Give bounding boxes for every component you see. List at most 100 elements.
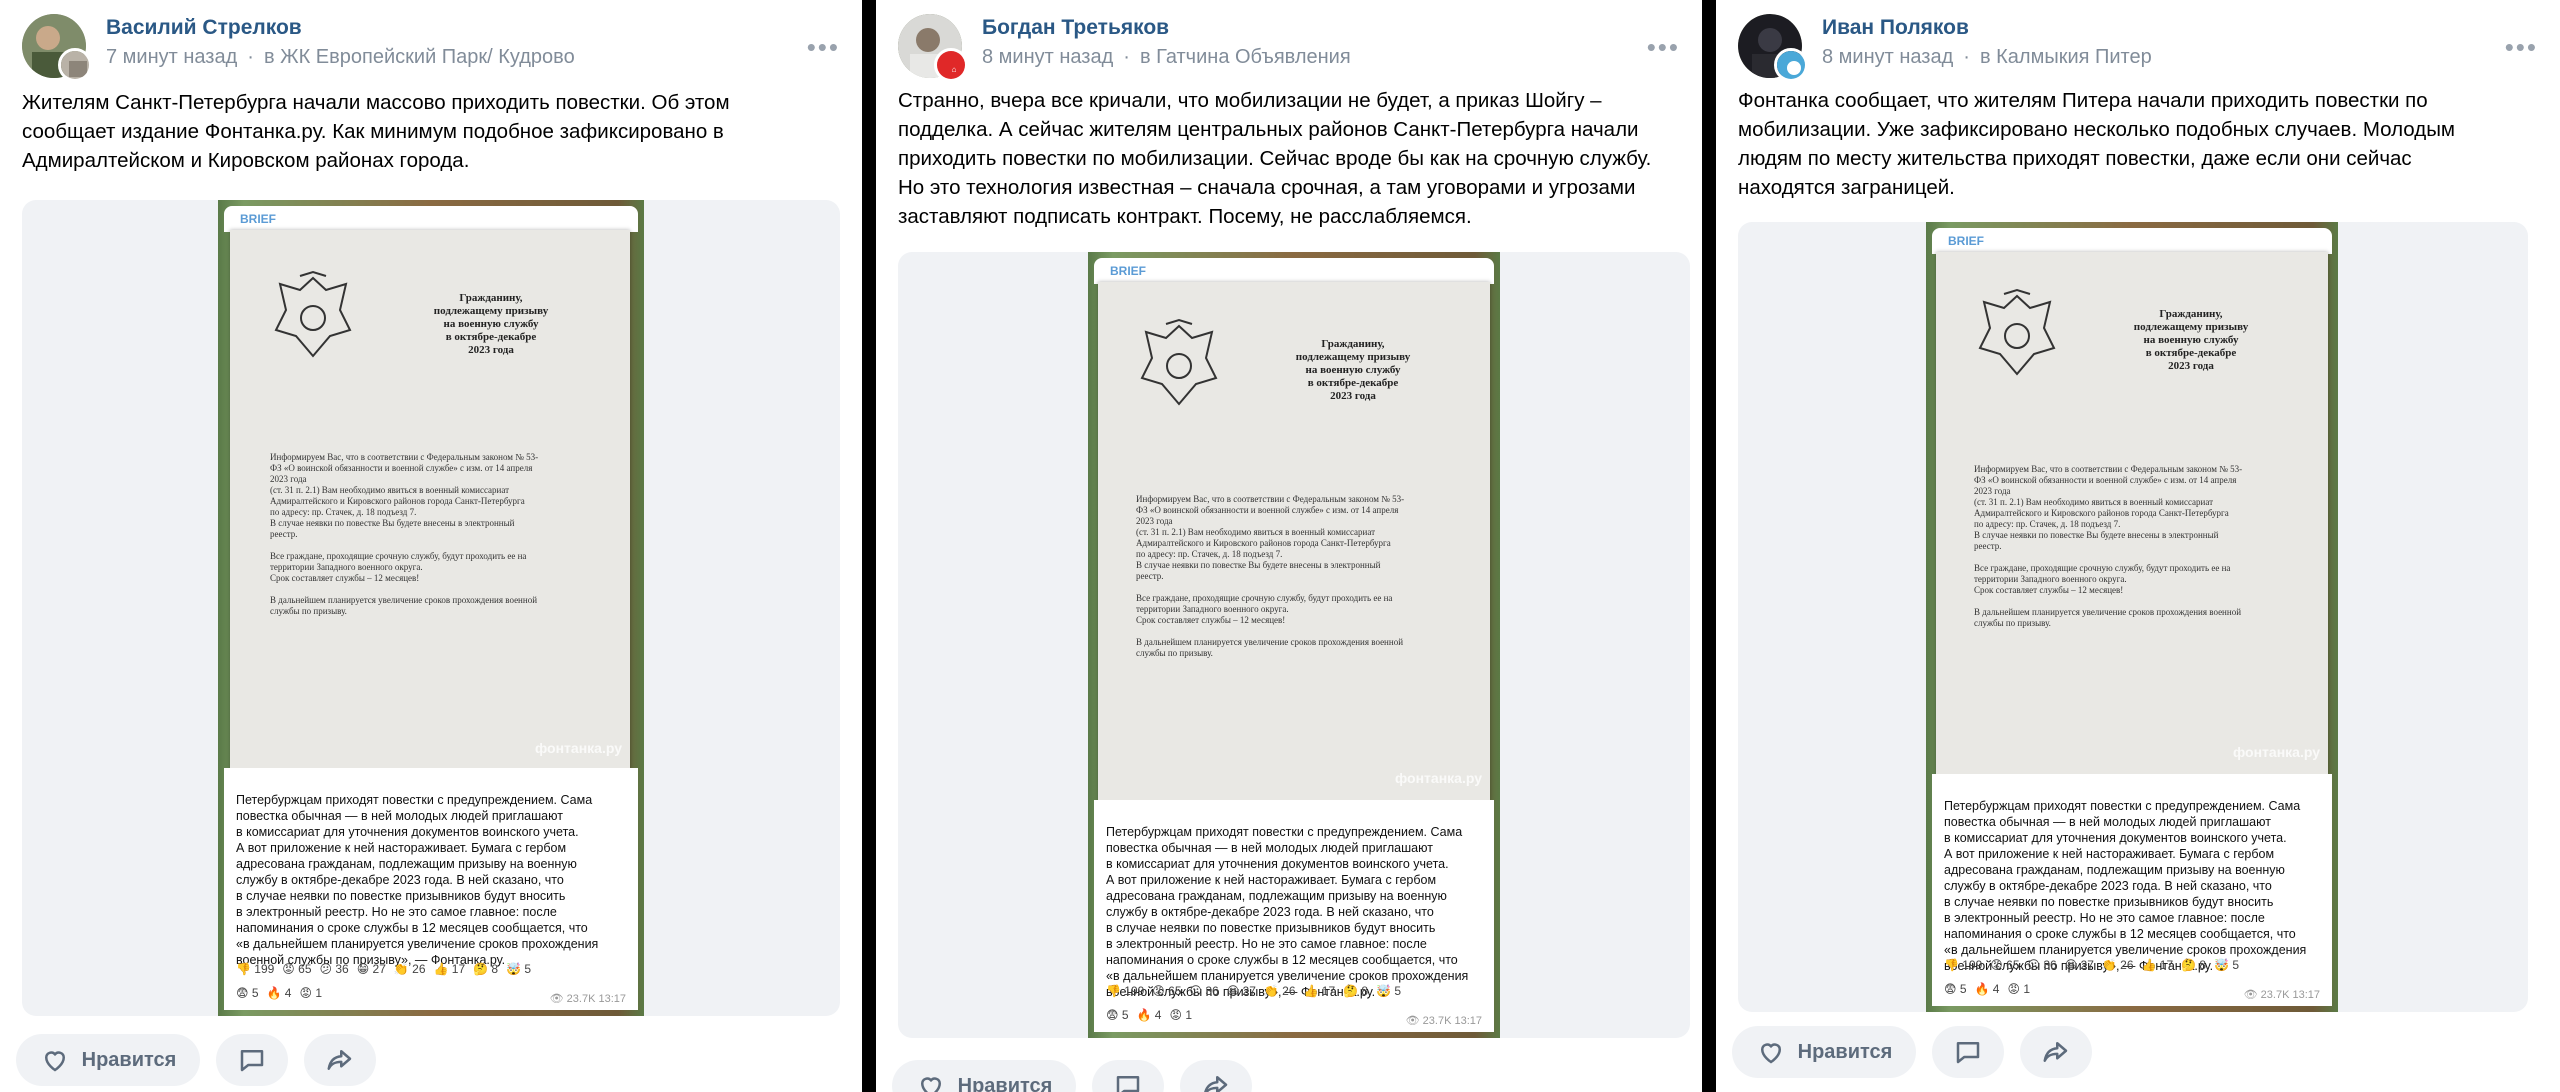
reaction: 👍 17 xyxy=(433,962,466,976)
views-count: 👁 23.7K 13:17 xyxy=(2243,989,2320,1001)
reaction: 😡 1 xyxy=(2007,982,2031,996)
summons-paper: Гражданину, подлежащему призыву на военн… xyxy=(230,230,630,770)
more-options-icon[interactable]: ••• xyxy=(1647,32,1680,63)
reactions-row: 👎 199 😡 65 😕 36 😁 27 👏 26 👍 17 🤔 8 🤯 5 xyxy=(236,962,539,976)
reaction: 😡 65 xyxy=(1152,984,1182,998)
post-text: Жителям Санкт-Петербурга начали массово … xyxy=(22,91,730,172)
group-avatar[interactable] xyxy=(58,48,92,82)
post-actions: Нравится xyxy=(892,1060,1292,1092)
summons-body: Информируем Вас, что в соответствии с Фе… xyxy=(1974,464,2243,628)
post-group[interactable]: в Калмыкия Питер xyxy=(1980,46,2152,68)
share-icon xyxy=(327,1050,352,1070)
author-name[interactable]: Иван Поляков xyxy=(1822,16,1969,40)
reaction: 👎 199 xyxy=(1106,984,1145,998)
coat-of-arms-icon xyxy=(274,270,352,358)
post-media[interactable]: BRIEF Гражданину, подлежащему призыву на… xyxy=(898,252,1690,1038)
summons-title: Гражданину, подлежащему призыву на военн… xyxy=(2133,308,2249,372)
reaction: 😕 36 xyxy=(1189,984,1219,998)
reaction: 😕 36 xyxy=(319,962,349,976)
reactions-row: 😨 5 🔥 4 😡 1 xyxy=(236,986,330,1000)
views-count: 👁 23.7K 13:17 xyxy=(549,993,626,1005)
post-card: ⌂ Богдан Третьяков 8 минут назад · в Гатчи… xyxy=(876,0,1702,1092)
summons-paper: Гражданину, подлежащему призыву на военн… xyxy=(1936,252,2328,776)
reaction: 😨 5 xyxy=(236,986,259,1000)
author-name[interactable]: Богдан Третьяков xyxy=(982,16,1169,40)
attached-screenshot[interactable]: BRIEF Гражданину, подлежащему призыву на… xyxy=(1926,222,2338,1012)
reaction: 😡 1 xyxy=(299,986,323,1000)
like-button[interactable]: Нравится xyxy=(1732,1026,1916,1078)
post-time[interactable]: 8 минут назад xyxy=(982,46,1113,68)
reaction: 🔥 4 xyxy=(266,986,292,1000)
more-options-icon[interactable]: ••• xyxy=(807,32,840,63)
share-button[interactable] xyxy=(304,1034,376,1086)
post-text: Странно, вчера все кричали, что мобилиза… xyxy=(898,89,1652,228)
reaction: 👏 26 xyxy=(393,962,426,976)
attached-screenshot[interactable]: BRIEF Гражданину, подлежащему призыву на… xyxy=(1088,252,1500,1038)
like-label: Нравится xyxy=(1797,1040,1893,1063)
views-count: 👁 23.7K 13:17 xyxy=(1405,1015,1482,1027)
comment-button[interactable] xyxy=(216,1034,288,1086)
reaction: 😨 5 xyxy=(1106,1008,1129,1022)
reaction: 😁 27 xyxy=(1226,984,1256,998)
coat-of-arms-icon xyxy=(1978,288,2056,376)
post-media[interactable]: BRIEF Гражданину, подлежащему призыву на… xyxy=(22,200,840,1016)
summons-body: Информируем Вас, что в соответствии с Фе… xyxy=(270,452,539,616)
reactions-row: 😨 5 🔥 4 😡 1 xyxy=(1944,982,2038,996)
post-time[interactable]: 8 минут назад xyxy=(1822,46,1953,68)
like-button[interactable]: Нравится xyxy=(16,1034,200,1086)
post-text: Фонтанка сообщает, что жителям Питера на… xyxy=(1738,89,2456,199)
reaction: 😡 65 xyxy=(282,962,312,976)
reaction: 🤯 5 xyxy=(2214,958,2240,972)
svg-text:⌂: ⌂ xyxy=(952,65,957,74)
comment-icon xyxy=(1956,1042,1980,1064)
post-group[interactable]: в ЖК Европейский Парк/ Кудрово xyxy=(264,46,575,68)
post-actions: Нравится xyxy=(1732,1026,2132,1078)
post-media[interactable]: BRIEF Гражданину, подлежащему призыву на… xyxy=(1738,222,2528,1012)
fontanka-watermark: фонтанка.ру xyxy=(2232,744,2320,760)
post-header: ⌂ Богдан Третьяков 8 минут назад · в Гатчи… xyxy=(898,12,1680,82)
like-button[interactable]: Нравится xyxy=(892,1060,1076,1092)
caption-text: Петербуржцам приходят повестки с предупр… xyxy=(1106,825,1469,999)
heart-icon xyxy=(1760,1043,1781,1064)
summons-title: Гражданину, подлежащему призыву на военн… xyxy=(1295,338,1411,402)
fontanka-watermark: фонтанка.ру xyxy=(534,740,622,756)
fontanka-watermark: фонтанка.ру xyxy=(1394,770,1482,786)
coat-of-arms-icon xyxy=(1140,318,1218,406)
reaction: 😨 5 xyxy=(1944,982,1967,996)
share-button[interactable] xyxy=(2020,1026,2092,1078)
attached-screenshot[interactable]: BRIEF Гражданину, подлежащему призыву на… xyxy=(218,200,644,1016)
reaction: 🤯 5 xyxy=(506,962,532,976)
comment-button[interactable] xyxy=(1932,1026,2004,1078)
comment-icon xyxy=(240,1050,264,1072)
post-meta: 8 минут назад · в Гатчина Объявления xyxy=(982,46,1351,68)
heart-icon xyxy=(920,1077,941,1092)
summons-title: Гражданину, подлежащему призыву на военн… xyxy=(433,292,549,356)
post-time[interactable]: 7 минут назад xyxy=(106,46,237,68)
post-group[interactable]: в Гатчина Объявления xyxy=(1140,46,1351,68)
reaction: 👏 26 xyxy=(1263,984,1296,998)
reactions-row: 😨 5 🔥 4 😡 1 xyxy=(1106,1008,1200,1022)
group-avatar[interactable] xyxy=(1774,48,1808,82)
share-button[interactable] xyxy=(1180,1060,1252,1092)
comment-icon xyxy=(1116,1076,1140,1092)
reaction: 😕 36 xyxy=(2027,958,2057,972)
caption-text: Петербуржцам приходят повестки с предупр… xyxy=(1944,799,2307,973)
like-label: Нравится xyxy=(957,1074,1053,1092)
reactions-row: 👎 199 😡 65 😕 36 😁 27 👏 26 👍 17 🤔 8 🤯 5 xyxy=(1106,984,1409,998)
reaction: 👎 199 xyxy=(1944,958,1983,972)
post-actions: Нравится xyxy=(16,1034,416,1086)
more-options-icon[interactable]: ••• xyxy=(2505,32,2538,63)
reaction: 👎 199 xyxy=(236,962,275,976)
heart-icon xyxy=(44,1051,65,1072)
author-name[interactable]: Василий Стрелков xyxy=(106,16,302,40)
comment-button[interactable] xyxy=(1092,1060,1164,1092)
reaction: 🔥 4 xyxy=(1974,982,2000,996)
reaction: 👍 17 xyxy=(2141,958,2174,972)
reaction: 😁 27 xyxy=(356,962,386,976)
like-label: Нравится xyxy=(81,1048,177,1071)
post-meta: 7 минут назад · в ЖК Европейский Парк/ Куд… xyxy=(106,46,575,68)
post-card: Василий Стрелков 7 минут назад · в ЖК Евро… xyxy=(0,0,862,1092)
summons-paper: Гражданину, подлежащему призыву на военн… xyxy=(1098,282,1490,802)
brief-label: BRIEF xyxy=(240,212,276,226)
group-avatar[interactable]: ⌂ xyxy=(934,48,968,82)
